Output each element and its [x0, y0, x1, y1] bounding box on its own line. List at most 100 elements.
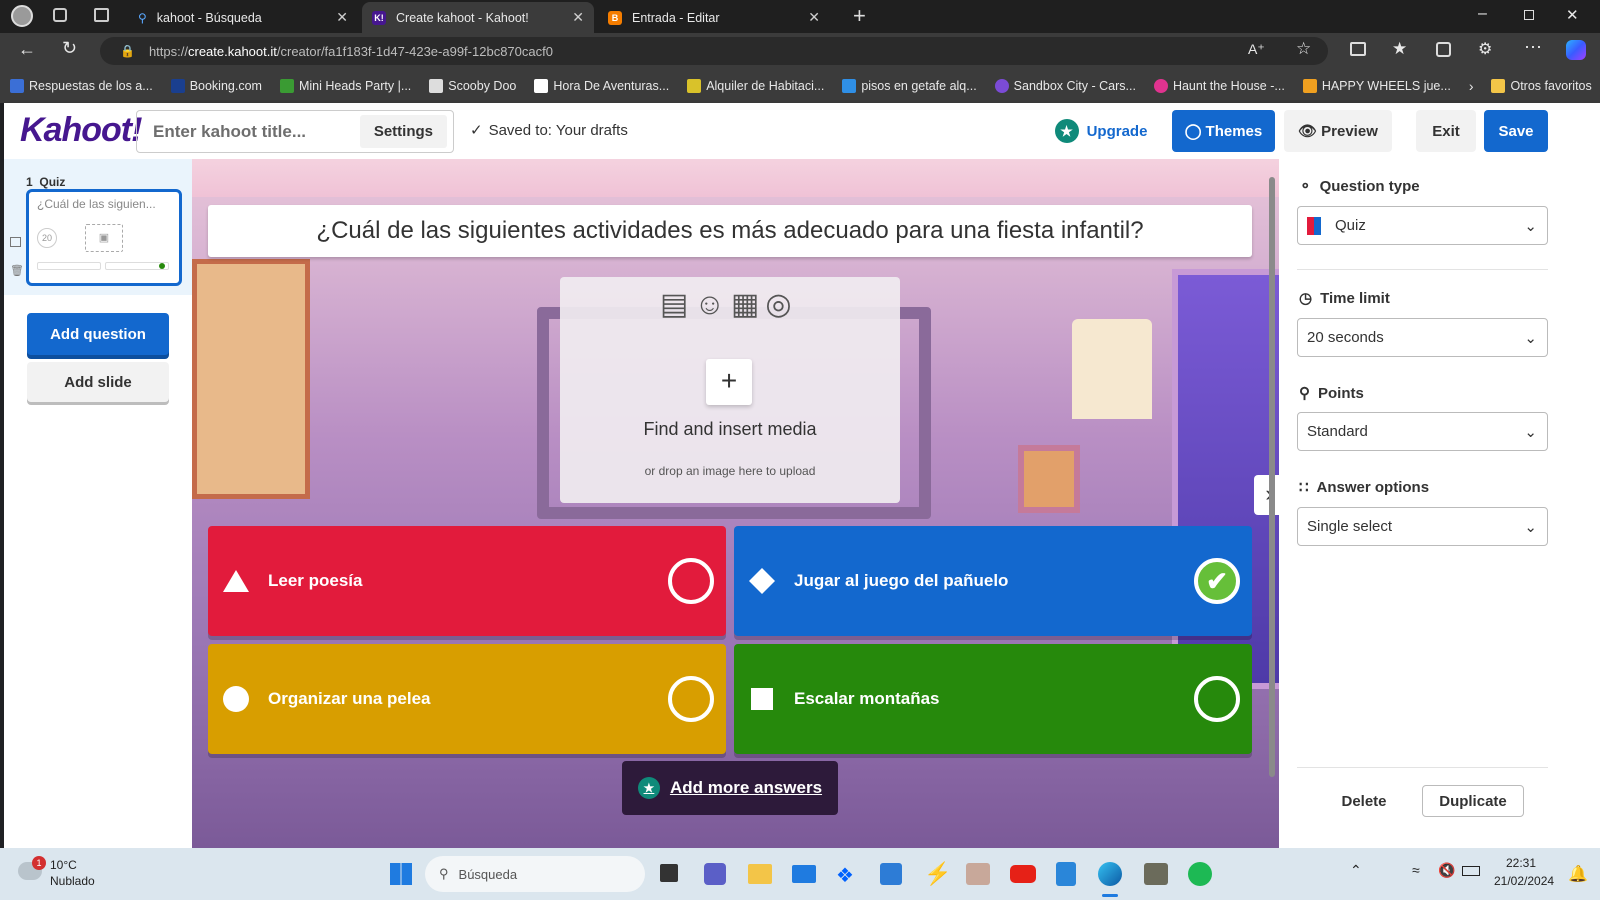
add-question-button[interactable]: Add question: [27, 313, 169, 355]
close-tab-icon[interactable]: ✕: [572, 9, 584, 26]
insert-media-button[interactable]: +: [706, 359, 752, 405]
favorites-icon[interactable]: ★: [1392, 39, 1407, 59]
other-favorites[interactable]: Otros favoritos: [1491, 79, 1592, 93]
chevron-up-icon[interactable]: ⌃: [1350, 862, 1362, 879]
close-window-icon[interactable]: ✕: [1566, 6, 1579, 24]
themes-button[interactable]: ◯ Themes: [1172, 110, 1275, 152]
question-type-select[interactable]: Quiz ⌄: [1297, 206, 1548, 245]
tab-kahoot[interactable]: K! Create kahoot - Kahoot! ✕: [362, 2, 594, 33]
delete-slide-icon[interactable]: 🗑: [10, 264, 24, 277]
title-input[interactable]: Enter kahoot title... Settings: [136, 110, 454, 153]
dropbox-icon[interactable]: ❖: [836, 863, 854, 888]
chevron-down-icon: ⌄: [1524, 424, 1537, 441]
settings-button[interactable]: Settings: [359, 115, 447, 148]
answer-blue[interactable]: Jugar al juego del pañuelo ✔: [734, 526, 1252, 636]
windows-start-icon[interactable]: [390, 863, 412, 885]
answer-green[interactable]: Escalar montañas: [734, 644, 1252, 754]
bookmark-item[interactable]: HAPPY WHEELS jue...: [1302, 79, 1451, 93]
spotify-icon[interactable]: [1188, 862, 1212, 886]
weather-widget[interactable]: 1 10°C Nublado: [14, 856, 124, 892]
notification-bell-icon[interactable]: 🔔: [1568, 864, 1588, 884]
bookmark-item[interactable]: pisos en getafe alq...: [842, 79, 977, 93]
blogger-favicon-icon: B: [608, 10, 622, 25]
tab-actions-icon[interactable]: [94, 8, 109, 22]
workspaces-icon[interactable]: [53, 8, 67, 22]
tab-label: Entrada - Editar: [632, 10, 720, 25]
save-button[interactable]: Save: [1484, 110, 1548, 152]
extensions-icon[interactable]: ⚙: [1478, 39, 1492, 59]
question-input[interactable]: ¿Cuál de las siguientes actividades es m…: [208, 205, 1252, 257]
minimize-icon[interactable]: –: [1478, 5, 1487, 23]
bookmark-label: Respuestas de los a...: [29, 79, 153, 93]
exit-button[interactable]: Exit: [1416, 110, 1476, 152]
clock-time[interactable]: 22:31: [1506, 856, 1536, 870]
notepad-icon[interactable]: [1056, 862, 1076, 886]
back-icon[interactable]: ←: [18, 39, 36, 60]
correct-toggle[interactable]: [1194, 676, 1240, 722]
scrollbar[interactable]: [1268, 163, 1276, 841]
correct-toggle[interactable]: [668, 558, 714, 604]
answer-red[interactable]: Leer poesía: [208, 526, 726, 636]
answer-options-select[interactable]: Single select ⌄: [1297, 507, 1548, 546]
youtube-icon[interactable]: [1010, 865, 1036, 883]
bookmark-label: Sandbox City - Cars...: [1013, 79, 1136, 93]
tab-blogger[interactable]: B Entrada - Editar ✕: [598, 2, 830, 33]
volume-muted-icon[interactable]: 🔇: [1438, 862, 1455, 879]
clock-date[interactable]: 21/02/2024: [1494, 874, 1554, 888]
upgrade-button[interactable]: ★ Upgrade: [1048, 110, 1154, 152]
taskbar-search[interactable]: ⚲ Búsqueda: [425, 856, 645, 892]
copilot-icon[interactable]: [1566, 40, 1586, 60]
photos-icon[interactable]: [966, 863, 990, 885]
answer-yellow[interactable]: Organizar una pelea: [208, 644, 726, 754]
points-select[interactable]: Standard ⌄: [1297, 412, 1548, 451]
kahoot-logo[interactable]: Kahoot!: [20, 111, 142, 150]
duplicate-slide-icon[interactable]: [10, 237, 21, 247]
file-explorer-icon[interactable]: [748, 864, 772, 884]
scrollbar-thumb[interactable]: [1269, 177, 1275, 777]
slide-thumbnail[interactable]: ¿Cuál de las siguien... 20 ▣: [26, 189, 182, 286]
bookmark-label: pisos en getafe alq...: [861, 79, 977, 93]
network-icon[interactable]: ≈: [1412, 862, 1420, 878]
bookmark-item[interactable]: Sandbox City - Cars...: [994, 79, 1136, 93]
bookmark-item[interactable]: Scooby Doo: [429, 79, 516, 93]
favorite-star-icon[interactable]: ☆: [1296, 39, 1311, 59]
bookmark-item[interactable]: Booking.com: [170, 79, 262, 93]
restore-icon[interactable]: [1524, 10, 1534, 20]
read-aloud-icon[interactable]: A⁺: [1248, 41, 1265, 58]
media-illustration-icon: ▤☺▦◎: [660, 288, 798, 321]
duplicate-button[interactable]: Duplicate: [1422, 785, 1524, 817]
bookmark-item[interactable]: Mini Heads Party |...: [279, 79, 411, 93]
mail-icon[interactable]: [792, 865, 816, 883]
kahoot-favicon-icon: K!: [372, 10, 386, 25]
new-tab-icon[interactable]: +: [853, 3, 866, 29]
close-tab-icon[interactable]: ✕: [336, 9, 348, 26]
time-limit-select[interactable]: 20 seconds ⌄: [1297, 318, 1548, 357]
edge-icon[interactable]: [1098, 862, 1122, 886]
bookmark-item[interactable]: Hora De Aventuras...: [534, 79, 669, 93]
chevron-right-icon[interactable]: ›: [1469, 78, 1474, 94]
battery-icon[interactable]: [1462, 866, 1480, 876]
add-more-answers-button[interactable]: ★ Add more answers: [622, 761, 838, 815]
bookmark-item[interactable]: Haunt the House -...: [1153, 79, 1285, 93]
url-field[interactable]: 🔒 https://create.kahoot.it/creator/fa1f1…: [100, 37, 1328, 65]
preview-button[interactable]: 👁 Preview: [1284, 110, 1392, 152]
profile-icon[interactable]: [11, 5, 33, 27]
bookmark-item[interactable]: Respuestas de los a...: [10, 79, 153, 93]
delete-button[interactable]: Delete: [1319, 785, 1409, 817]
store-icon[interactable]: [880, 863, 902, 885]
more-menu-icon[interactable]: ⋯: [1524, 37, 1542, 58]
correct-toggle-checked[interactable]: ✔: [1194, 558, 1240, 604]
teams-icon[interactable]: [704, 863, 726, 885]
vscode-icon[interactable]: ⚡: [924, 861, 951, 887]
split-screen-icon[interactable]: [1350, 42, 1366, 56]
collections-icon[interactable]: [1436, 42, 1451, 57]
add-slide-button[interactable]: Add slide: [27, 362, 169, 402]
tab-search[interactable]: ⚲ kahoot - Búsqueda ✕: [128, 2, 358, 33]
refresh-icon[interactable]: ↻: [62, 38, 77, 59]
close-tab-icon[interactable]: ✕: [808, 9, 820, 26]
task-view-icon[interactable]: [660, 864, 678, 882]
bookmark-item[interactable]: Alquiler de Habitaci...: [687, 79, 824, 93]
correct-toggle[interactable]: [668, 676, 714, 722]
gimp-icon[interactable]: [1144, 863, 1168, 885]
media-upload-area[interactable]: ▤☺▦◎ + Find and insert media or drop an …: [560, 277, 900, 503]
